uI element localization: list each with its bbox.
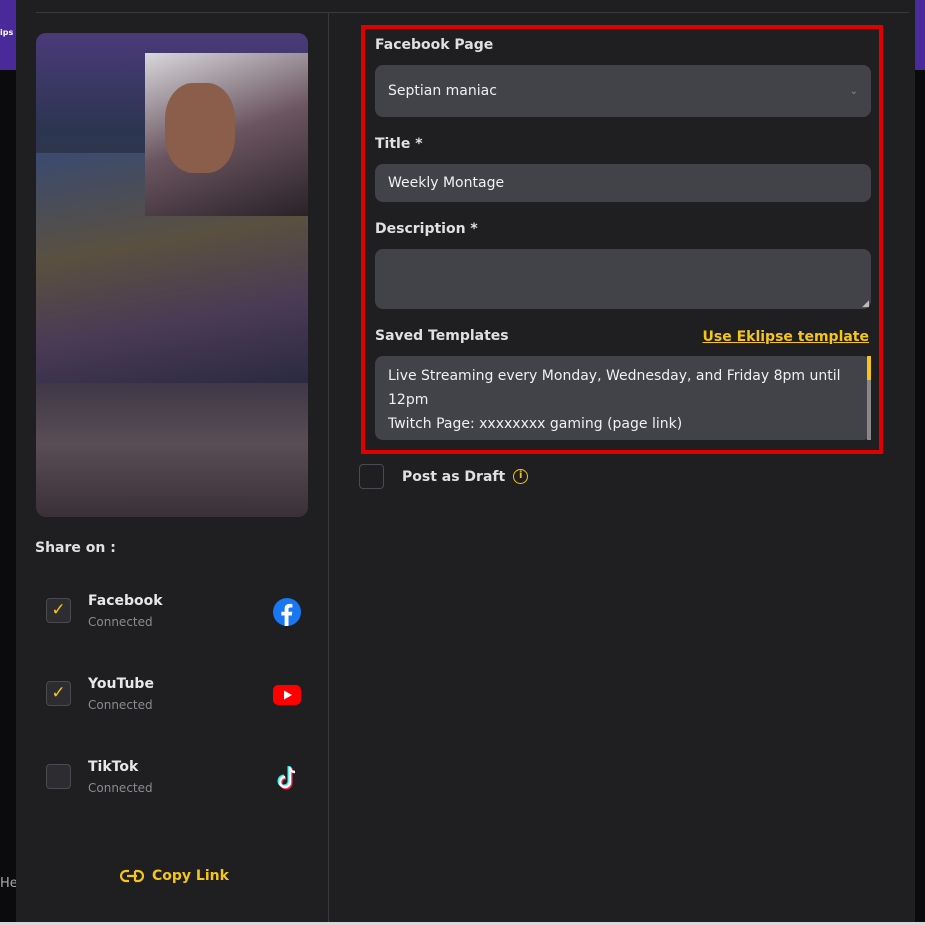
background-help: Hel (0, 876, 16, 891)
facebook-icon (273, 598, 301, 626)
platform-name: Facebook (88, 593, 163, 609)
template-line: Twitch Page: xxxxxxxx gaming (page link) (388, 416, 683, 432)
background-left: ips a Hel (0, 0, 16, 925)
resize-handle-icon[interactable]: ◢ (862, 299, 869, 309)
title-label: Title * (375, 136, 423, 152)
tiktok-checkbox[interactable] (46, 764, 71, 789)
title-value: Weekly Montage (388, 175, 505, 191)
column-divider (328, 12, 329, 922)
facebook-page-value: Septian maniac (388, 83, 497, 99)
template-line: Live Streaming every Monday, Wednesday, … (388, 368, 841, 408)
video-preview[interactable] (36, 33, 308, 517)
link-icon (120, 869, 144, 883)
background-banner-right (915, 0, 925, 70)
share-on-label: Share on : (35, 540, 116, 556)
platform-status: Connected (88, 698, 153, 712)
platform-facebook[interactable]: ✓ Facebook Connected (46, 590, 301, 640)
youtube-checkbox[interactable]: ✓ (46, 681, 71, 706)
facebook-page-label: Facebook Page (375, 37, 494, 53)
post-details-form: Facebook Page Septian maniac ⌄ Title * W… (361, 25, 883, 454)
background-text: ips a (0, 28, 16, 37)
info-icon[interactable]: i (513, 469, 529, 484)
title-input[interactable]: Weekly Montage (375, 164, 871, 202)
copy-link-button[interactable]: Copy Link (120, 868, 229, 884)
draft-label: Post as Draft (402, 468, 506, 485)
template-scrollbar[interactable] (867, 356, 871, 440)
streamer-face (165, 83, 235, 173)
platform-tiktok[interactable]: TikTok Connected (46, 756, 301, 806)
post-as-draft[interactable]: Post as Draft i (359, 464, 529, 489)
description-label: Description * (375, 221, 478, 237)
share-modal: Share on : ✓ Facebook Connected ✓ YouTub… (16, 0, 915, 922)
chevron-down-icon: ⌄ (849, 85, 858, 97)
youtube-icon (273, 685, 301, 705)
tiktok-icon (277, 766, 296, 790)
top-divider (36, 12, 909, 13)
platform-name: YouTube (88, 676, 154, 692)
saved-template-textarea[interactable]: Live Streaming every Monday, Wednesday, … (375, 356, 871, 440)
facebook-checkbox[interactable]: ✓ (46, 598, 71, 623)
saved-templates-label: Saved Templates (375, 328, 509, 344)
use-eklipse-template-link[interactable]: Use Eklipse template (703, 329, 870, 345)
platform-name: TikTok (88, 759, 139, 775)
copy-link-label: Copy Link (152, 868, 229, 884)
draft-checkbox[interactable] (359, 464, 384, 489)
webcam-overlay (145, 53, 308, 216)
facebook-page-select[interactable]: Septian maniac ⌄ (375, 65, 871, 117)
scrollbar-thumb[interactable] (867, 356, 871, 380)
platform-status: Connected (88, 615, 153, 629)
platform-status: Connected (88, 781, 153, 795)
background-banner: ips a (0, 0, 16, 70)
background-right (915, 0, 925, 925)
platform-youtube[interactable]: ✓ YouTube Connected (46, 673, 301, 723)
description-input[interactable]: ◢ (375, 249, 871, 309)
